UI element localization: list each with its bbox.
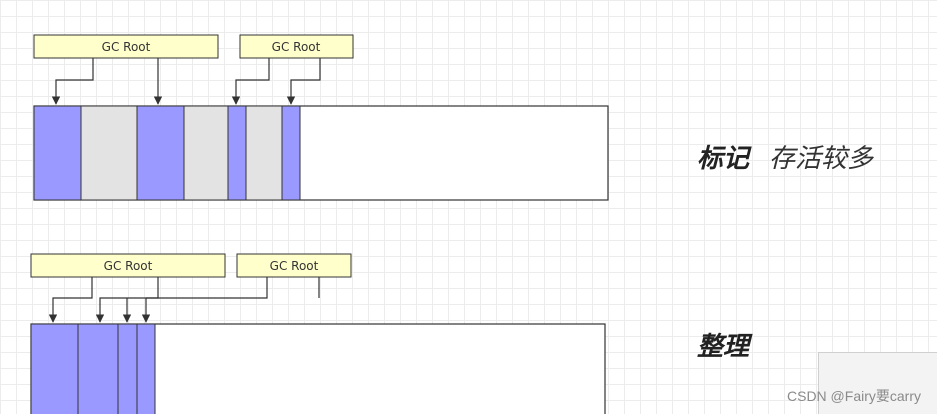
live-object-block: [117, 323, 138, 414]
reference-arrow: [231, 58, 270, 105]
watermark: CSDN @Fairy要carry: [787, 388, 921, 404]
reference-arrow: [286, 58, 321, 105]
live-object-block: [136, 323, 156, 414]
live-object-block: [281, 105, 301, 201]
gc-diagram: GC Root GC Root GC Root GC Root: [30, 34, 609, 414]
garbage-block: [245, 105, 283, 201]
live-object-block: [33, 105, 82, 201]
svg-text:GC Root: GC Root: [104, 259, 153, 273]
gc-root-box: GC Root: [33, 34, 219, 59]
svg-text:GC Root: GC Root: [102, 40, 151, 54]
mark-phase-diagram: GC Root GC Root: [33, 34, 609, 201]
reference-arrow: [95, 277, 268, 323]
svg-text:GC Root: GC Root: [272, 40, 321, 54]
reference-arrow: [48, 277, 93, 323]
mark-subtitle: 存活较多: [769, 144, 874, 174]
garbage-block: [183, 105, 229, 201]
mark-phase-title: 标记 存活较多: [697, 138, 873, 175]
reference-arrow: [51, 58, 94, 105]
gc-root-box: GC Root: [30, 253, 226, 278]
reference-arrow: [146, 277, 159, 299]
mark-title: 标记: [697, 144, 750, 174]
live-object-block: [227, 105, 247, 201]
compact-phase-diagram: GC Root GC Root: [30, 253, 606, 414]
live-object-block: [30, 323, 79, 414]
compact-phase-title: 整理: [697, 326, 749, 363]
live-object-block: [77, 323, 119, 414]
compact-title: 整理: [697, 332, 750, 362]
gc-root-box: GC Root: [239, 34, 354, 59]
svg-text:GC Root: GC Root: [270, 259, 319, 273]
garbage-block: [80, 105, 138, 201]
gc-root-box: GC Root: [236, 253, 352, 278]
live-object-block: [136, 105, 185, 201]
